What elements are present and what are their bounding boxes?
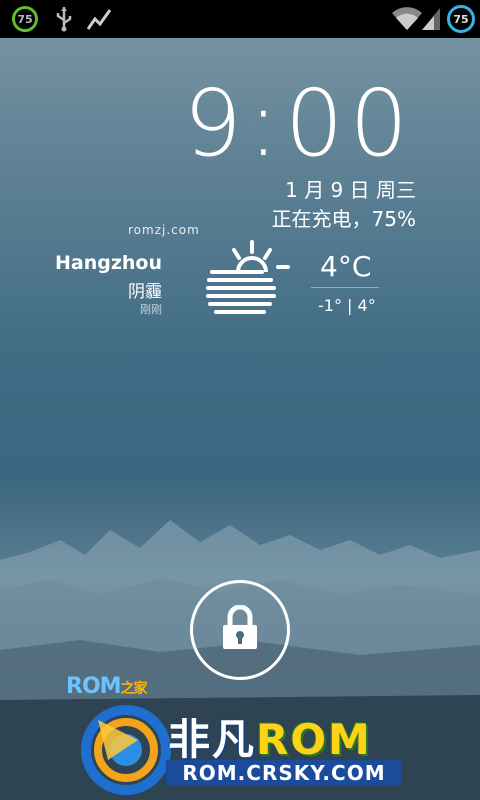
rom-home-main: ROM (66, 674, 122, 699)
weather-temp-range: -1° | 4° (318, 296, 376, 315)
battery-level-right: 75 (453, 12, 469, 26)
weather-condition: 阴霾 (128, 282, 162, 302)
haze-sun-icon (206, 240, 290, 314)
weather-temperature: 4°C (320, 250, 372, 283)
battery-ring-icon: 75 (447, 5, 475, 33)
activity-icon (86, 9, 112, 30)
rom-home-logo: ROM之家 (66, 674, 148, 699)
signal-icon (422, 8, 440, 30)
weather-updated-time: 刚刚 (140, 303, 162, 316)
weather-city[interactable]: Hangzhou (55, 252, 162, 274)
wifi-icon (392, 7, 422, 30)
temperature-divider (311, 287, 379, 288)
crsky-logo-icon (81, 705, 171, 795)
lockscreen-date: 1 月 9 日 周三 (285, 178, 416, 202)
charging-status: 正在充电，75% (271, 207, 416, 231)
brand-url: ROM.CRSKY.COM (166, 760, 402, 786)
battery-level-left: 75 (17, 12, 33, 26)
lockscreen-clock: 9:00 (183, 70, 414, 177)
rom-home-sub: 之家 (120, 681, 148, 697)
brand-name: 非凡ROM (168, 706, 372, 767)
lock-icon[interactable] (220, 605, 260, 651)
status-bar: 75 75 (0, 0, 480, 38)
brand-name-cn: 非凡 (168, 715, 257, 764)
battery-ring-icon: 75 (12, 6, 38, 32)
brand-name-rom: ROM (256, 715, 372, 764)
watermark-text: romzj.com (128, 223, 200, 237)
usb-icon (56, 7, 72, 32)
